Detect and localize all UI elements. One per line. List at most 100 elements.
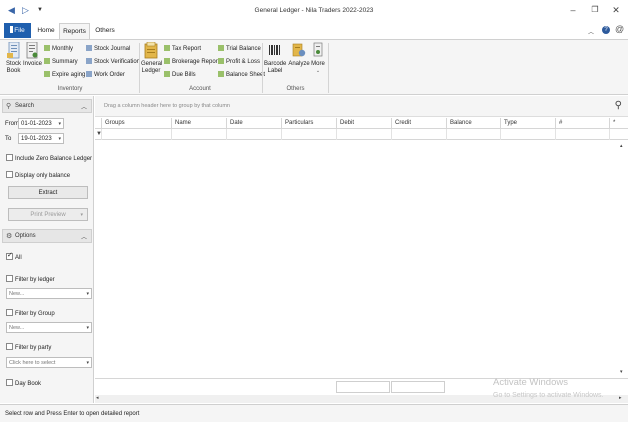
checkbox-box	[6, 171, 13, 178]
help-icon[interactable]: ?	[602, 26, 610, 34]
party-select[interactable]: Click here to select ▾	[6, 357, 92, 368]
day-book-checkbox[interactable]: Day Book	[6, 379, 41, 388]
display-only-balance-checkbox[interactable]: Display only balance	[6, 171, 70, 180]
group-separator	[328, 43, 329, 93]
restore-icon[interactable]: ❐	[588, 5, 602, 14]
search-icon: ⚲	[6, 103, 12, 110]
scroll-left-icon[interactable]: ◂	[96, 395, 99, 401]
print-preview-button[interactable]: Print Preview ▾	[8, 208, 88, 221]
group-by-panel[interactable]: Drag a column header here to group by th…	[95, 96, 628, 117]
activation-watermark-title: Activate Windows	[493, 377, 568, 388]
tab-reports[interactable]: Reports	[59, 23, 90, 39]
tab-others[interactable]: Others	[92, 23, 118, 39]
filter-by-ledger-checkbox[interactable]: Filter by ledger	[6, 275, 55, 284]
filter-cell[interactable]	[281, 129, 336, 140]
barcode-label-button[interactable]: Barcode Label	[264, 42, 286, 75]
filter-cell[interactable]	[500, 129, 555, 140]
stock-book-button[interactable]: Stock Book	[5, 42, 22, 75]
scroll-up-icon[interactable]: ▴	[620, 143, 623, 149]
dropdown-arrow-icon: ▾	[86, 325, 89, 331]
work-order-button[interactable]: Work Order	[86, 70, 125, 81]
tab-home[interactable]: Home	[34, 23, 58, 39]
settings-icon[interactable]: @	[615, 24, 624, 34]
collapse-icon[interactable]: ︿	[588, 27, 594, 36]
debit-total-box	[336, 381, 390, 393]
dropdown-arrow-icon: ▾	[86, 360, 89, 366]
tab-file[interactable]: File	[4, 23, 31, 38]
invoice-button[interactable]: Invoice	[23, 42, 42, 68]
trial-balance-button[interactable]: Trial Balance	[218, 44, 261, 55]
column-header-particulars[interactable]: Particulars	[281, 118, 336, 129]
column-header-number[interactable]: #	[555, 118, 609, 129]
group-label-inventory: Inventory	[57, 86, 83, 92]
general-ledger-button[interactable]: General Ledger	[141, 42, 162, 75]
filter-by-party-checkbox[interactable]: Filter by party	[6, 343, 51, 352]
scroll-down-icon[interactable]: ▾	[620, 369, 623, 375]
dropdown-arrow-icon: ▾	[58, 136, 61, 142]
extract-button[interactable]: Extract	[8, 186, 88, 199]
from-date-field[interactable]: 01-01-2023 ▾	[18, 118, 64, 129]
due-bills-button[interactable]: Due Bills	[164, 70, 196, 81]
status-text: Select row and Press Enter to open detai…	[5, 411, 140, 417]
analyze-button[interactable]: Analyze	[288, 42, 310, 68]
column-header-debit[interactable]: Debit	[336, 118, 391, 129]
chevron-up-icon: ︿	[80, 105, 87, 111]
column-header-date[interactable]: Date	[226, 118, 281, 129]
filter-cell[interactable]	[101, 129, 171, 140]
dropdown-arrow-icon: ▾	[86, 291, 89, 297]
search-icon[interactable]: ⚲	[615, 100, 622, 111]
scroll-right-icon[interactable]: ▸	[619, 395, 622, 401]
profit-loss-button[interactable]: Profit & Loss	[218, 57, 260, 68]
brokerage-report-button[interactable]: Brokerage Report	[164, 57, 219, 68]
all-checkbox[interactable]: All	[6, 252, 22, 262]
tax-report-button[interactable]: Tax Report	[164, 44, 201, 55]
ledger-grid[interactable]: Drag a column header here to group by th…	[95, 96, 628, 403]
group-separator	[262, 43, 263, 93]
filter-cell[interactable]	[391, 129, 446, 140]
column-header-credit[interactable]: Credit	[391, 118, 446, 129]
filter-cell[interactable]	[171, 129, 226, 140]
filter-cell[interactable]	[555, 129, 609, 140]
from-label: From	[5, 121, 19, 127]
report-icon	[218, 58, 224, 64]
more-button[interactable]: More ⌄	[311, 42, 325, 75]
column-header-balance[interactable]: Balance	[446, 118, 500, 129]
vertical-scrollbar[interactable]: ▴ ▾	[619, 129, 626, 401]
group-label-account: Account	[189, 86, 211, 92]
search-panel-header[interactable]: ⚲ Search ︿	[2, 99, 92, 113]
checkbox-box-checked	[6, 252, 13, 260]
balance-sheet-button[interactable]: Balance Sheet	[218, 70, 265, 81]
checkbox-box	[6, 309, 13, 316]
monthly-button[interactable]: Monthly	[44, 44, 73, 55]
barcode-icon	[269, 45, 280, 55]
ribbon: Stock Book Invoice Monthly Summary Expir…	[0, 39, 628, 95]
expire-aging-button[interactable]: Expire aging	[44, 70, 85, 81]
close-icon[interactable]: ✕	[609, 5, 623, 16]
stock-verification-button[interactable]: Stock Verification	[86, 57, 140, 68]
options-icon: ⚙	[6, 233, 13, 240]
column-header-star[interactable]: *	[609, 118, 619, 129]
activation-watermark-text: Go to Settings to activate Windows.	[493, 392, 604, 399]
to-date-field[interactable]: 19-01-2023 ▾	[18, 133, 64, 144]
stock-journal-button[interactable]: Stock Journal	[86, 44, 130, 55]
include-zero-checkbox[interactable]: Include Zero Balance Ledger	[6, 154, 92, 163]
filter-cell[interactable]	[336, 129, 391, 140]
column-header-name[interactable]: Name	[171, 118, 226, 129]
summary-button[interactable]: Summary	[44, 57, 78, 68]
report-icon	[218, 45, 224, 51]
credit-total-box	[391, 381, 445, 393]
group-select[interactable]: New... ▾	[6, 322, 92, 333]
filter-cell[interactable]	[226, 129, 281, 140]
column-header-type[interactable]: Type	[500, 118, 555, 129]
group-label-others: Others	[286, 86, 305, 92]
column-header-groups[interactable]: Groups	[101, 118, 171, 129]
checkbox-box	[6, 379, 13, 386]
options-panel-header[interactable]: ⚙ Options ︿	[2, 229, 92, 243]
ledger-select[interactable]: New... ▾	[6, 288, 92, 299]
filter-cell[interactable]	[446, 129, 500, 140]
column-header-row: Groups Name Date Particulars Debit Credi…	[95, 118, 628, 129]
filter-cell[interactable]	[609, 129, 619, 140]
chevron-down-icon: ⌄	[315, 68, 321, 74]
minimize-icon[interactable]: –	[566, 5, 580, 15]
filter-by-group-checkbox[interactable]: Filter by Group	[6, 309, 55, 318]
